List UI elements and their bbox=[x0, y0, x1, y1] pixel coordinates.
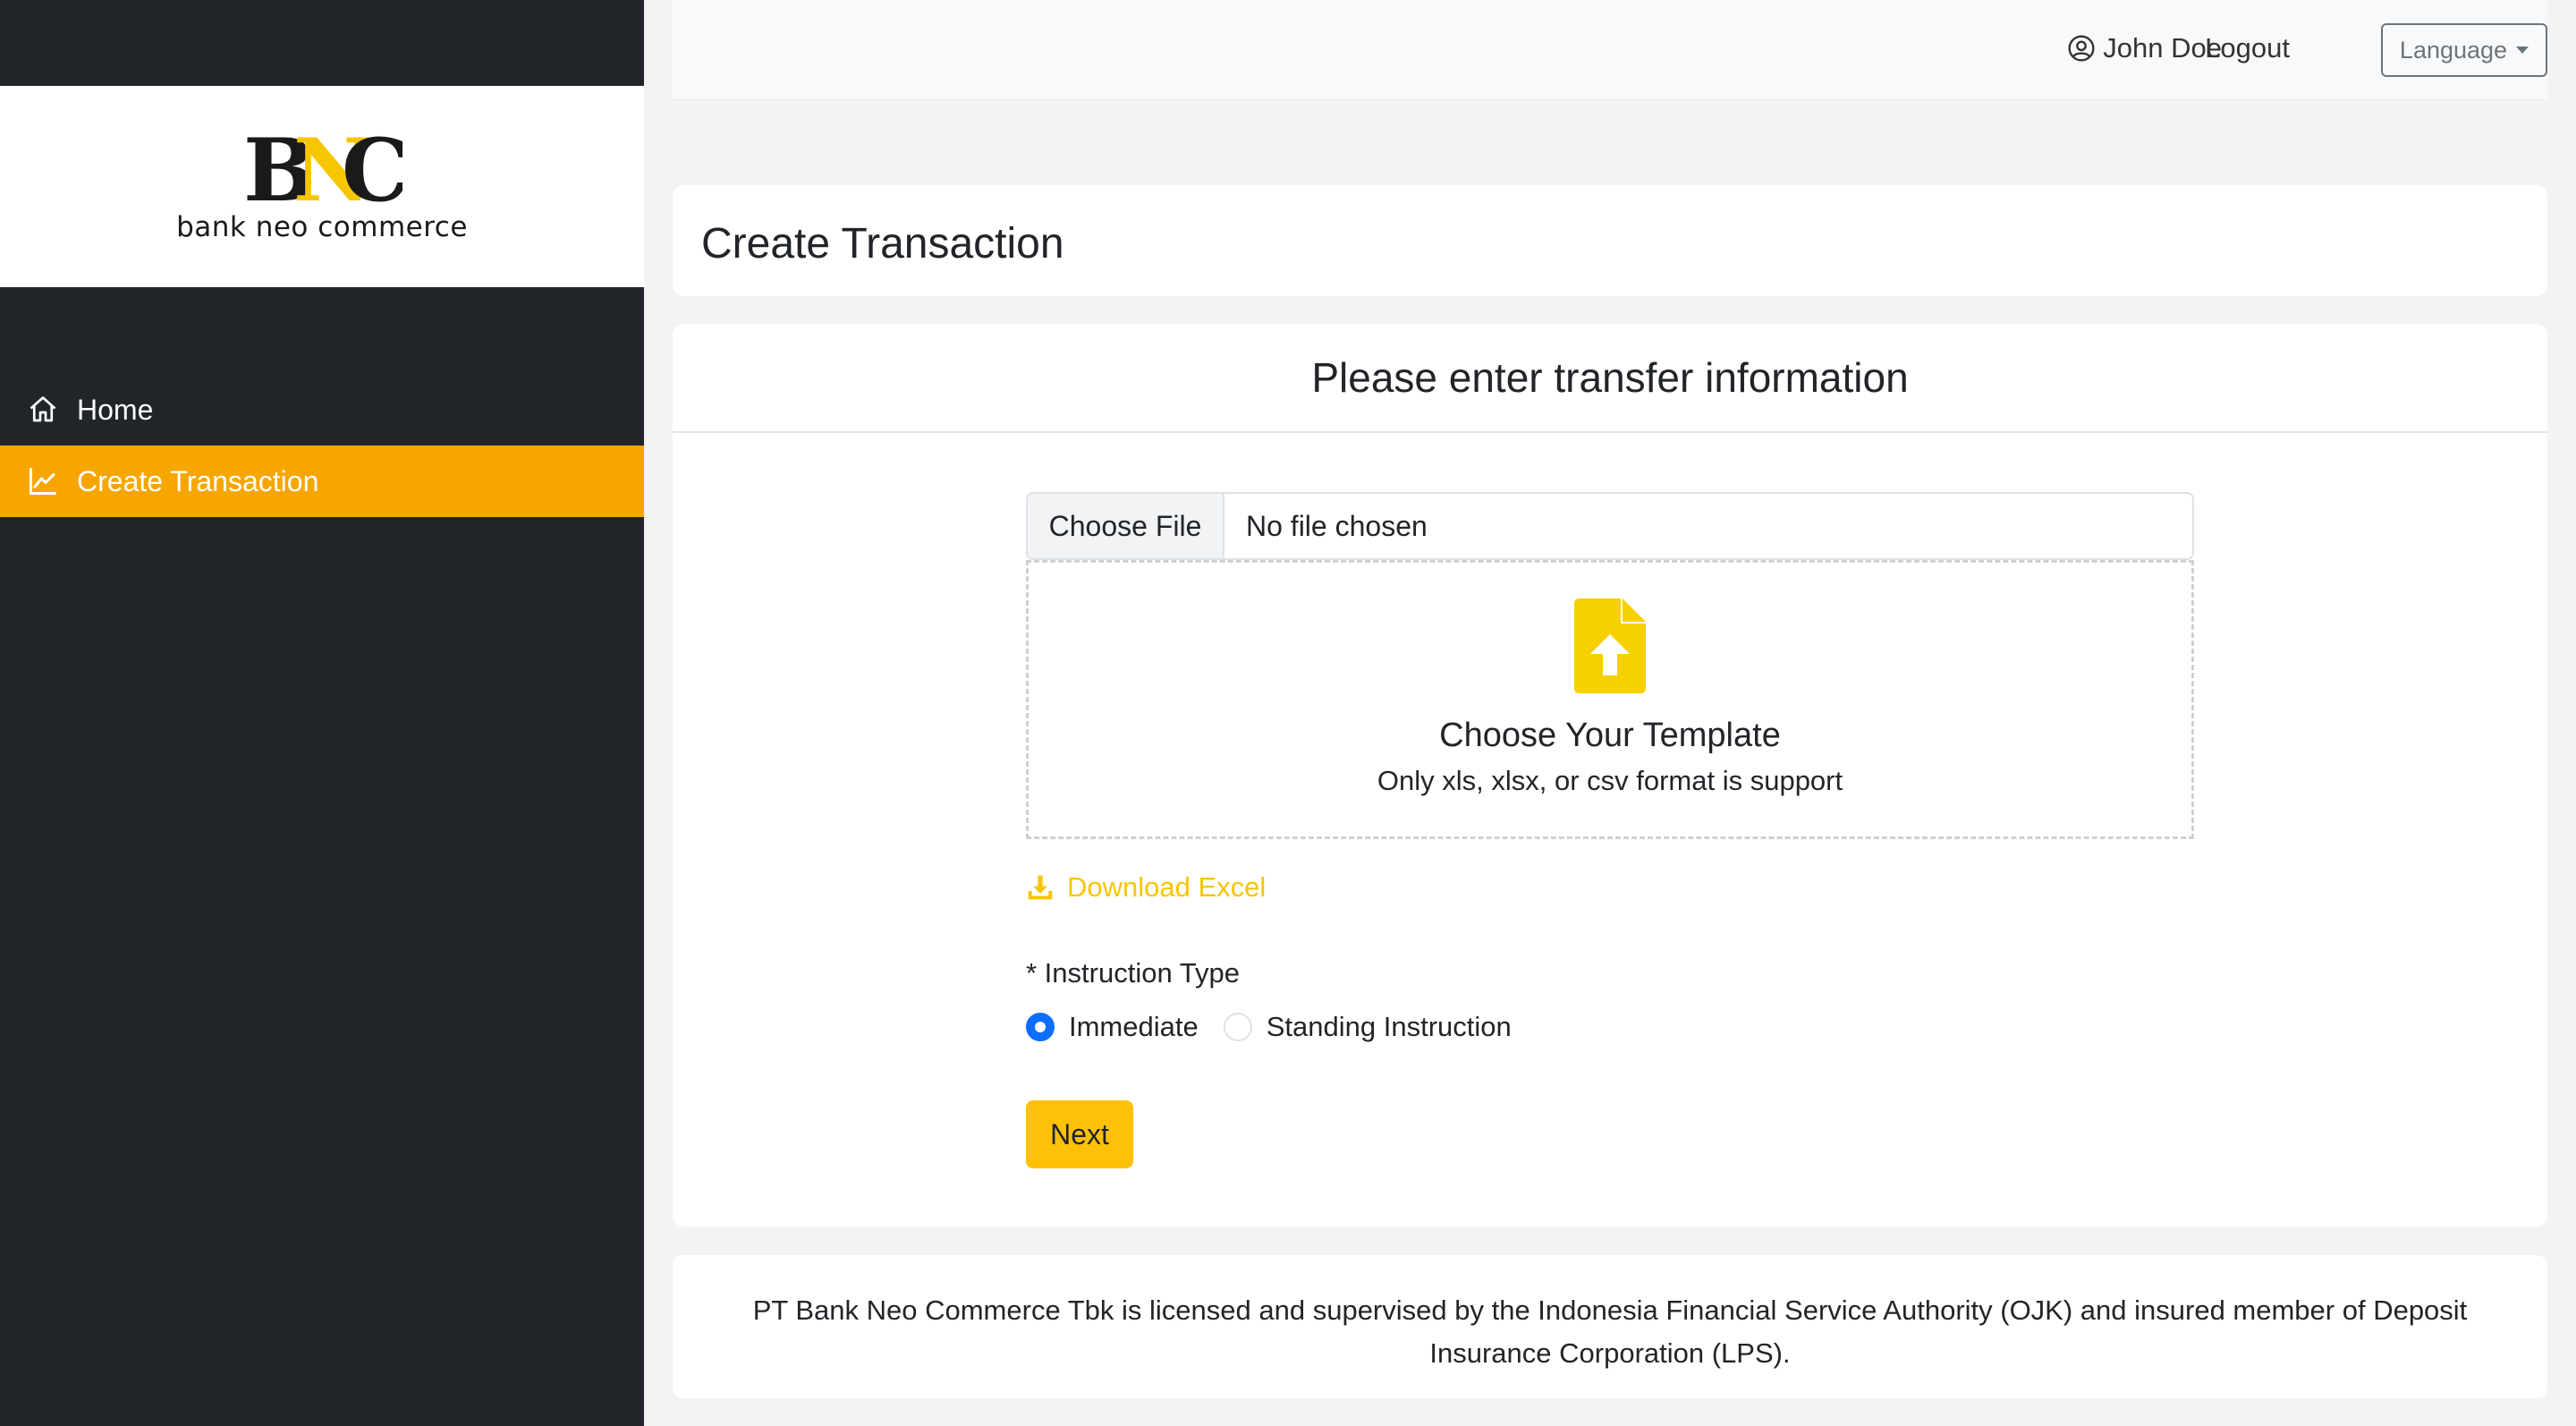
choose-file-button[interactable]: Choose File bbox=[1028, 494, 1224, 558]
template-dropzone[interactable]: Choose Your Template Only xls, xlsx, or … bbox=[1026, 560, 2194, 839]
page-title: Create Transaction bbox=[701, 220, 1064, 267]
radio-label: Immediate bbox=[1069, 1011, 1199, 1042]
radio-immediate[interactable] bbox=[1026, 1013, 1055, 1041]
radio-standing-instruction[interactable] bbox=[1223, 1013, 1252, 1041]
sidebar-item-home[interactable]: Home bbox=[0, 374, 644, 446]
instruction-type-radio-group: Immediate Standing Instruction bbox=[1026, 1011, 1537, 1043]
logout-link[interactable]: Logout bbox=[2205, 32, 2290, 64]
download-excel-label: Download Excel bbox=[1067, 871, 1267, 903]
title-card: Create Transaction bbox=[673, 185, 2547, 296]
footer-disclaimer: PT Bank Neo Commerce Tbk is licensed and… bbox=[752, 1294, 2468, 1369]
sidebar-item-label: Create Transaction bbox=[77, 464, 319, 497]
sidebar-item-create-transaction[interactable]: Create Transaction bbox=[0, 446, 644, 517]
sidebar: B N C bank neo commerce Home Create Tran… bbox=[0, 0, 644, 1426]
dropzone-title: Choose Your Template bbox=[1439, 717, 1781, 754]
logo-box: B N C bank neo commerce bbox=[0, 86, 644, 287]
transfer-form-card: Please enter transfer information Choose… bbox=[673, 324, 2547, 1227]
file-input[interactable]: Choose File No file chosen bbox=[1026, 492, 2194, 560]
home-icon bbox=[30, 396, 56, 422]
sidebar-nav: Home Create Transaction bbox=[0, 374, 644, 517]
sidebar-item-label: Home bbox=[77, 393, 154, 426]
next-button[interactable]: Next bbox=[1026, 1100, 1133, 1168]
file-upload-icon bbox=[1574, 598, 1646, 693]
radio-label: Standing Instruction bbox=[1266, 1011, 1512, 1042]
dropzone-subtitle: Only xls, xlsx, or csv format is support bbox=[1377, 765, 1843, 796]
user-circle-icon bbox=[2068, 35, 2095, 62]
brand-name: bank neo commerce bbox=[176, 211, 468, 243]
radio-option-immediate[interactable]: Immediate bbox=[1026, 1011, 1199, 1043]
language-label: Language bbox=[2399, 36, 2508, 64]
caret-down-icon bbox=[2516, 47, 2529, 54]
download-icon bbox=[1028, 875, 1053, 900]
svg-text:C: C bbox=[342, 129, 402, 206]
form-heading: Please enter transfer information bbox=[673, 324, 2547, 433]
chart-line-icon bbox=[30, 468, 56, 495]
bnc-logo: B N C bbox=[243, 129, 402, 206]
footer-card: PT Bank Neo Commerce Tbk is licensed and… bbox=[673, 1255, 2547, 1398]
top-navbar: John Doe Logout Language bbox=[673, 0, 2547, 100]
instruction-type-label: * Instruction Type bbox=[1026, 957, 1240, 989]
user-name: John Doe bbox=[2103, 32, 2222, 64]
language-dropdown[interactable]: Language bbox=[2381, 23, 2547, 77]
file-status: No file chosen bbox=[1246, 509, 1428, 542]
download-excel-link[interactable]: Download Excel bbox=[1026, 871, 1266, 904]
radio-option-standing-instruction[interactable]: Standing Instruction bbox=[1223, 1011, 1512, 1043]
user-menu[interactable]: John Doe bbox=[2067, 32, 2222, 64]
